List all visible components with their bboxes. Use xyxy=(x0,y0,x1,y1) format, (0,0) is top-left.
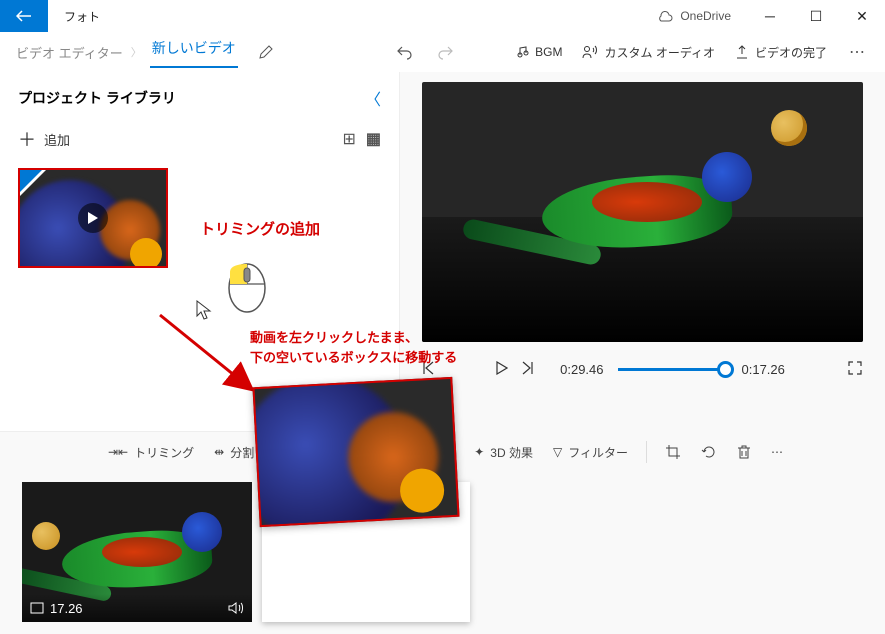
close-button[interactable]: ✕ xyxy=(839,0,885,32)
onedrive-status[interactable]: OneDrive xyxy=(656,9,731,23)
fullscreen-button[interactable] xyxy=(847,360,863,379)
edit-icon[interactable] xyxy=(246,32,286,72)
maximize-button[interactable]: ☐ xyxy=(793,0,839,32)
filter-icon: ▽ xyxy=(553,445,562,459)
top-toolbar: ビデオ エディター 〉 新しいビデオ BGM カスタム オーディオ ビデオの完了… xyxy=(0,32,885,72)
play-button[interactable] xyxy=(496,361,508,378)
trim-button[interactable]: ⇥⇤トリミング xyxy=(98,444,204,461)
back-button[interactable] xyxy=(0,0,48,32)
plus-icon: ＋ xyxy=(18,126,36,152)
redo-button[interactable] xyxy=(425,32,465,72)
dragging-clip-thumbnail xyxy=(252,377,459,527)
trim-icon: ⇥⇤ xyxy=(108,445,128,459)
clip-duration: 17.26 xyxy=(50,601,83,616)
arrow-annotation-icon xyxy=(155,310,265,400)
annotation-add-trim: トリミングの追加 xyxy=(200,218,320,239)
mouse-illustration-icon xyxy=(222,258,272,314)
cloud-icon xyxy=(656,10,674,22)
play-overlay-icon xyxy=(78,203,108,233)
next-frame-button[interactable] xyxy=(522,361,534,378)
crop-button[interactable] xyxy=(655,444,691,460)
person-audio-icon xyxy=(582,45,598,59)
minimize-button[interactable]: ─ xyxy=(747,0,793,32)
title-bar: フォト OneDrive ─ ☐ ✕ xyxy=(0,0,885,32)
chevron-right-icon: 〉 xyxy=(131,44,142,60)
rotate-button[interactable] xyxy=(691,444,727,460)
add-media-button[interactable]: ＋ 追加 xyxy=(18,126,70,152)
app-title: フォト xyxy=(64,8,100,25)
clip-icon xyxy=(30,602,44,614)
sound-icon[interactable] xyxy=(228,601,244,615)
grid-small-icon[interactable]: ⊞ xyxy=(342,129,355,149)
breadcrumb-new-video[interactable]: 新しいビデオ xyxy=(150,36,238,68)
bgm-button[interactable]: BGM xyxy=(505,32,572,72)
crop-icon xyxy=(665,444,681,460)
library-clip-thumbnail[interactable] xyxy=(18,168,168,268)
collapse-chevron-icon[interactable]: 〈 xyxy=(365,86,381,110)
delete-button[interactable] xyxy=(727,444,761,460)
time-current: 0:29.46 xyxy=(560,362,603,377)
rotate-icon xyxy=(701,444,717,460)
filter-button[interactable]: ▽フィルター xyxy=(543,444,638,461)
storyboard-clip[interactable]: 17.26 xyxy=(22,482,252,622)
preview-panel: 0:29.46 0:17.26 xyxy=(400,72,885,432)
trash-icon xyxy=(737,444,751,460)
music-icon xyxy=(515,45,529,59)
annotation-drag-hint: 動画を左クリックしたまま、 下の空いているボックスに移動する xyxy=(250,328,457,367)
3d-effects-button[interactable]: ✦3D 効果 xyxy=(464,444,543,461)
video-preview[interactable] xyxy=(422,82,863,342)
finish-video-button[interactable]: ビデオの完了 xyxy=(725,32,837,72)
more-button[interactable]: ⋯ xyxy=(837,32,877,72)
export-icon xyxy=(735,45,749,59)
library-title: プロジェクト ライブラリ xyxy=(18,88,176,108)
seek-bar[interactable] xyxy=(618,368,728,371)
split-icon: ⇹ xyxy=(214,445,224,459)
custom-audio-button[interactable]: カスタム オーディオ xyxy=(572,32,725,72)
breadcrumb-video-editor[interactable]: ビデオ エディター xyxy=(8,43,131,62)
sparkle-icon: ✦ xyxy=(474,445,484,459)
grid-large-icon[interactable]: ▦ xyxy=(366,129,381,149)
time-total: 0:17.26 xyxy=(742,362,785,377)
undo-button[interactable] xyxy=(385,32,425,72)
more-storyboard-button[interactable]: ⋯ xyxy=(761,445,793,459)
